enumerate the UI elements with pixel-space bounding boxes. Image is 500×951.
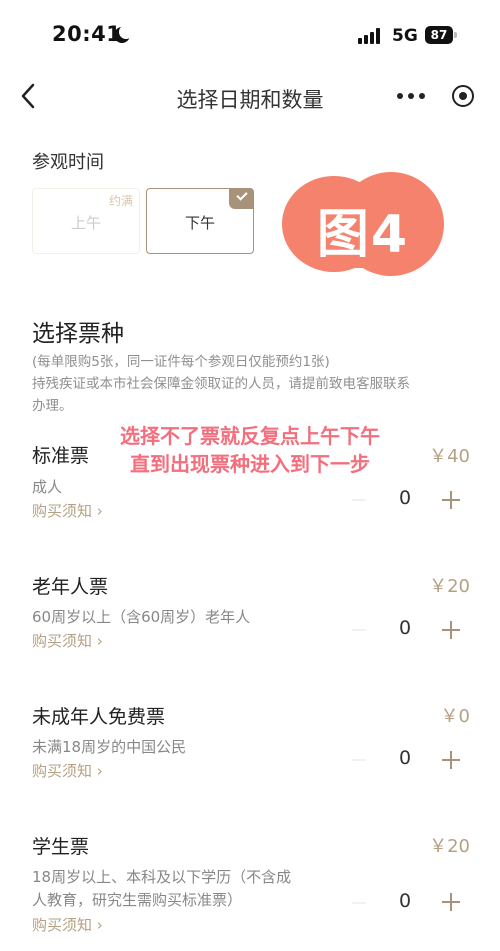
ticket-section-title: 选择票种 bbox=[32, 321, 124, 347]
ticket-description: 18周岁以上、本科及以下学历（不含成 bbox=[32, 868, 292, 886]
purchase-notice-link[interactable]: 购买须知 › bbox=[32, 630, 103, 651]
check-icon bbox=[229, 189, 253, 209]
time-slot-label: 下午 bbox=[184, 214, 215, 232]
ticket-name: 标准票 bbox=[32, 445, 90, 467]
more-button[interactable] bbox=[396, 86, 426, 106]
quantity-decrease-button[interactable] bbox=[352, 759, 366, 761]
more-dot-icon bbox=[408, 93, 414, 99]
quantity-value: 0 bbox=[398, 890, 412, 912]
battery-level: 87 bbox=[430, 28, 448, 42]
chevron-right-icon: › bbox=[96, 632, 103, 650]
ticket-description: 未满18周岁的中国公民 bbox=[32, 738, 187, 756]
more-dot-icon bbox=[419, 93, 425, 99]
ticket-note: 持残疾证或本市社会保障金领取证的人员，请提前致电客服联系 bbox=[32, 376, 410, 392]
ticket-note: 办理。 bbox=[32, 398, 73, 414]
ticket-description: 人教育，研究生需购买标准票） bbox=[32, 891, 243, 909]
nav-bar: 选择日期和数量 bbox=[0, 72, 500, 122]
ticket-name: 学生票 bbox=[32, 836, 90, 858]
quantity-value: 0 bbox=[398, 747, 412, 769]
quantity-increase-button[interactable] bbox=[442, 751, 460, 769]
ticket-price: ￥20 bbox=[429, 836, 470, 857]
ticket-description: 60周岁以上（含60周岁）老年人 bbox=[32, 608, 251, 626]
link-label: 购买须知 bbox=[32, 632, 93, 650]
ticket-note: (每单限购5张，同一证件每个参观日仅能预约1张) bbox=[32, 354, 330, 370]
sticker-text: 图4 bbox=[316, 205, 410, 265]
quantity-increase-button[interactable] bbox=[442, 621, 460, 639]
ticket-description: 成人 bbox=[32, 478, 63, 496]
quantity-increase-button[interactable] bbox=[442, 491, 460, 509]
quantity-decrease-button[interactable] bbox=[352, 629, 366, 631]
battery-icon: 87 bbox=[425, 26, 453, 44]
quantity-increase-button[interactable] bbox=[442, 893, 460, 911]
fully-booked-badge: 约满 bbox=[108, 194, 133, 208]
visit-time-label: 参观时间 bbox=[32, 152, 104, 173]
quantity-value: 0 bbox=[398, 617, 412, 639]
chevron-right-icon: › bbox=[96, 916, 103, 934]
status-bar: 20:41 5G 87 bbox=[0, 0, 500, 72]
ticket-name: 未成年人免费票 bbox=[32, 706, 166, 728]
close-miniprogram-button[interactable] bbox=[452, 85, 474, 107]
quantity-decrease-button[interactable] bbox=[352, 902, 366, 904]
chevron-right-icon: › bbox=[96, 502, 103, 520]
ticket-name: 老年人票 bbox=[32, 576, 109, 598]
quantity-value: 0 bbox=[398, 487, 412, 509]
ticket-price: ￥0 bbox=[440, 706, 470, 727]
signal-icon bbox=[358, 28, 384, 44]
moon-icon bbox=[114, 25, 133, 43]
more-dot-icon bbox=[397, 93, 403, 99]
quantity-decrease-button[interactable] bbox=[352, 499, 366, 501]
step-sticker: 图4 bbox=[282, 172, 444, 276]
battery-tip bbox=[454, 32, 457, 38]
link-label: 购买须知 bbox=[32, 502, 93, 520]
link-label: 购买须知 bbox=[32, 762, 93, 780]
purchase-notice-link[interactable]: 购买须知 › bbox=[32, 500, 103, 521]
time-slot-morning[interactable]: 约满 上午 bbox=[32, 188, 140, 254]
ticket-price: ￥20 bbox=[429, 576, 470, 597]
time-slot-label: 上午 bbox=[70, 214, 101, 232]
link-label: 购买须知 bbox=[32, 916, 93, 934]
ticket-price: ￥40 bbox=[429, 446, 470, 467]
chevron-right-icon: › bbox=[96, 762, 103, 780]
network-type: 5G bbox=[392, 26, 418, 46]
purchase-notice-link[interactable]: 购买须知 › bbox=[32, 760, 103, 781]
time-slot-afternoon[interactable]: 下午 bbox=[146, 188, 254, 254]
purchase-notice-link[interactable]: 购买须知 › bbox=[32, 914, 103, 935]
status-time: 20:41 bbox=[52, 22, 122, 46]
